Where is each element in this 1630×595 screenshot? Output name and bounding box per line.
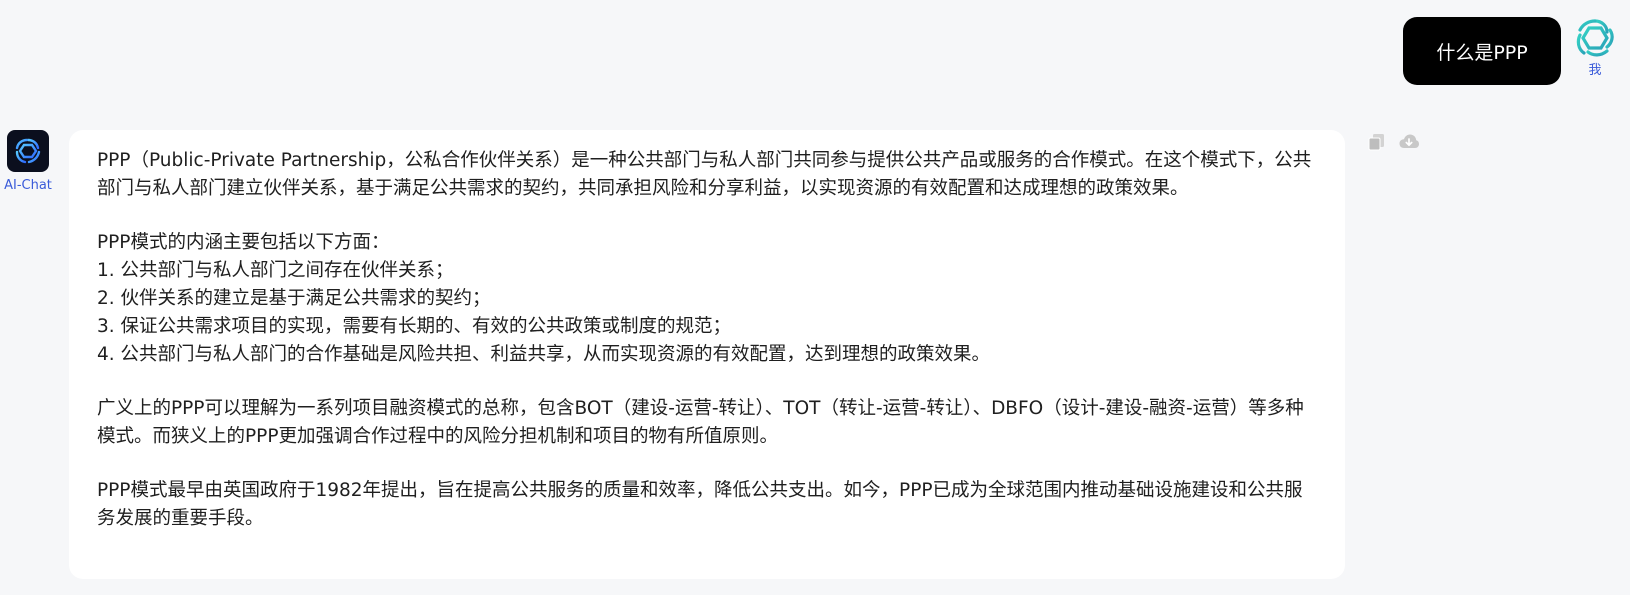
user-message-text: 什么是PPP xyxy=(1436,41,1528,64)
bot-paragraph-definition: PPP（Public-Private Partnership，公私合作伙伴关系）… xyxy=(97,150,1312,199)
user-avatar-container: 我 xyxy=(1573,17,1617,79)
bot-message-bubble: PPP（Public-Private Partnership，公私合作伙伴关系）… xyxy=(69,130,1345,579)
bot-list-item-2: 2. 伙伴关系的建立是基于满足公共需求的契约； xyxy=(97,288,491,309)
bot-logo-icon xyxy=(15,138,41,164)
user-message-row: 什么是PPP 我 xyxy=(0,17,1630,87)
download-button[interactable] xyxy=(1398,131,1420,153)
bot-list-intro: PPP模式的内涵主要包括以下方面： xyxy=(97,232,390,253)
bot-name-label: AI-Chat xyxy=(4,178,52,193)
copy-button[interactable] xyxy=(1366,131,1388,153)
bot-list-item-1: 1. 公共部门与私人部门之间存在伙伴关系； xyxy=(97,260,454,281)
bot-avatar-container: AI-Chat xyxy=(0,130,56,194)
copy-icon xyxy=(1368,134,1384,151)
bot-paragraph-history: PPP模式最早由英国政府于1982年提出，旨在提高公共服务的质量和效率，降低公共… xyxy=(97,480,1303,529)
message-actions xyxy=(1366,131,1420,153)
user-avatar-icon xyxy=(1576,19,1614,57)
bot-list-item-4: 4. 公共部门与私人部门的合作基础是风险共担、利益共享，从而实现资源的有效配置，… xyxy=(97,344,991,365)
cloud-download-icon xyxy=(1399,134,1419,148)
bot-paragraph-broad-narrow: 广义上的PPP可以理解为一系列项目融资模式的总称，包含BOT（建设-运营-转让）… xyxy=(97,398,1304,447)
user-name-label: 我 xyxy=(1588,63,1602,78)
user-message-bubble: 什么是PPP xyxy=(1403,17,1561,85)
bot-avatar xyxy=(7,130,49,172)
bot-list-item-3: 3. 保证公共需求项目的实现，需要有长期的、有效的公共政策或制度的规范； xyxy=(97,316,732,337)
